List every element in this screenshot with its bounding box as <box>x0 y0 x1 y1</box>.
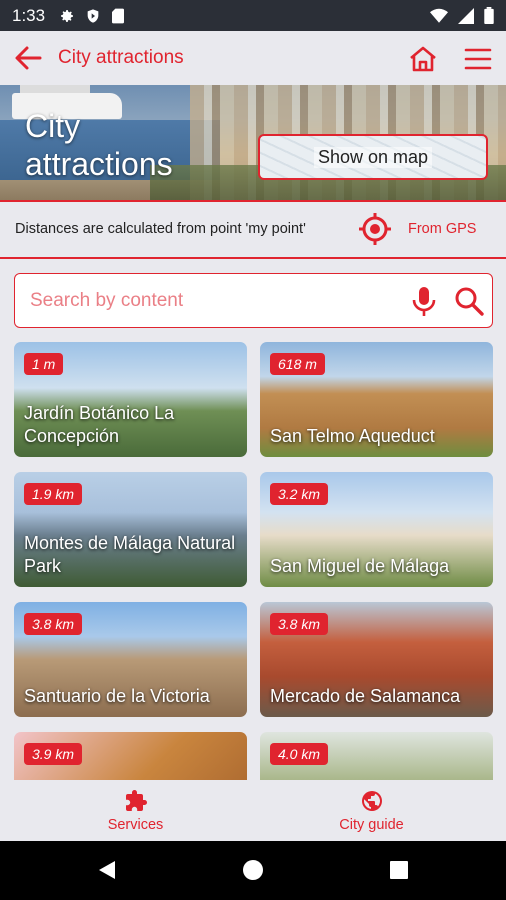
system-navigation-bar <box>0 841 506 900</box>
attraction-card[interactable]: 3.9 km <box>14 732 247 780</box>
distance-badge: 1.9 km <box>24 483 83 505</box>
hero-title: City attractions <box>25 107 173 183</box>
status-bar: 1:33 <box>0 0 506 31</box>
battery-icon <box>484 7 494 24</box>
microphone-icon[interactable] <box>409 285 439 317</box>
attraction-name: San Telmo Aqueduct <box>270 426 435 446</box>
bottom-navigation: Services City guide <box>0 780 506 841</box>
attraction-name: Jardín Botánico La Concepción <box>24 403 175 446</box>
menu-button[interactable] <box>460 41 496 77</box>
distance-badge: 1 m <box>24 353 64 375</box>
distance-badge: 618 m <box>270 353 325 375</box>
app-bar: City attractions <box>0 31 506 85</box>
hero-title-line2: attractions <box>25 146 173 182</box>
distance-badge: 3.2 km <box>270 483 329 505</box>
attraction-name: San Miguel de Málaga <box>270 556 450 576</box>
search-input[interactable]: Search by content <box>14 273 493 328</box>
hero-title-line1: City <box>25 108 81 144</box>
search-icon[interactable] <box>453 285 485 317</box>
page-title: City attractions <box>58 47 184 68</box>
attraction-card[interactable]: 1 m Jardín Botánico La Concepción <box>14 342 247 457</box>
distance-info-bar: Distances are calculated from point 'my … <box>0 202 506 256</box>
system-home-icon[interactable] <box>242 859 264 881</box>
attraction-card[interactable]: 3.2 km San Miguel de Málaga <box>260 472 493 587</box>
gps-target-icon[interactable] <box>357 211 393 247</box>
sd-card-icon <box>112 8 125 23</box>
show-on-map-label: Show on map <box>313 146 433 168</box>
arrow-left-icon <box>15 46 42 70</box>
back-button[interactable] <box>0 31 56 85</box>
from-gps-button[interactable]: From GPS <box>408 221 476 237</box>
nav-label-city-guide: City guide <box>339 816 404 833</box>
attraction-card[interactable]: 4.0 km <box>260 732 493 780</box>
nav-item-city-guide[interactable]: City guide <box>245 780 498 841</box>
distance-info-text: Distances are calculated from point 'my … <box>15 221 306 237</box>
nav-item-services[interactable]: Services <box>9 780 262 841</box>
distance-badge: 4.0 km <box>270 743 329 765</box>
distance-badge: 3.8 km <box>270 613 329 635</box>
status-time: 1:33 <box>12 5 46 25</box>
attraction-name: Santuario de la Victoria <box>24 686 210 706</box>
shield-play-icon <box>87 8 99 23</box>
puzzle-icon <box>125 789 147 811</box>
attraction-card[interactable]: 1.9 km Montes de Málaga Natural Park <box>14 472 247 587</box>
distance-badge: 3.9 km <box>24 743 83 765</box>
divider <box>0 257 506 259</box>
search-placeholder: Search by content <box>30 289 184 311</box>
attractions-grid: 1 m Jardín Botánico La Concepción 618 m … <box>14 342 493 780</box>
settings-icon <box>61 9 74 22</box>
attraction-card[interactable]: 3.8 km Mercado de Salamanca <box>260 602 493 717</box>
system-back-icon[interactable] <box>96 859 118 881</box>
attraction-name: Mercado de Salamanca <box>270 686 461 706</box>
home-button[interactable] <box>405 41 441 77</box>
home-icon <box>410 46 436 72</box>
hero-banner: City attractions Show on map <box>0 85 506 201</box>
attraction-card[interactable]: 618 m San Telmo Aqueduct <box>260 342 493 457</box>
wifi-icon <box>430 8 448 23</box>
attraction-name: Montes de Málaga Natural Park <box>24 533 236 576</box>
system-recents-icon[interactable] <box>389 859 409 881</box>
nav-label-services: Services <box>107 816 164 833</box>
signal-icon <box>458 7 474 24</box>
hamburger-menu-icon <box>464 48 492 70</box>
distance-badge: 3.8 km <box>24 613 83 635</box>
attraction-card[interactable]: 3.8 km Santuario de la Victoria <box>14 602 247 717</box>
show-on-map-button[interactable]: Show on map <box>258 134 488 180</box>
globe-icon <box>361 790 382 811</box>
